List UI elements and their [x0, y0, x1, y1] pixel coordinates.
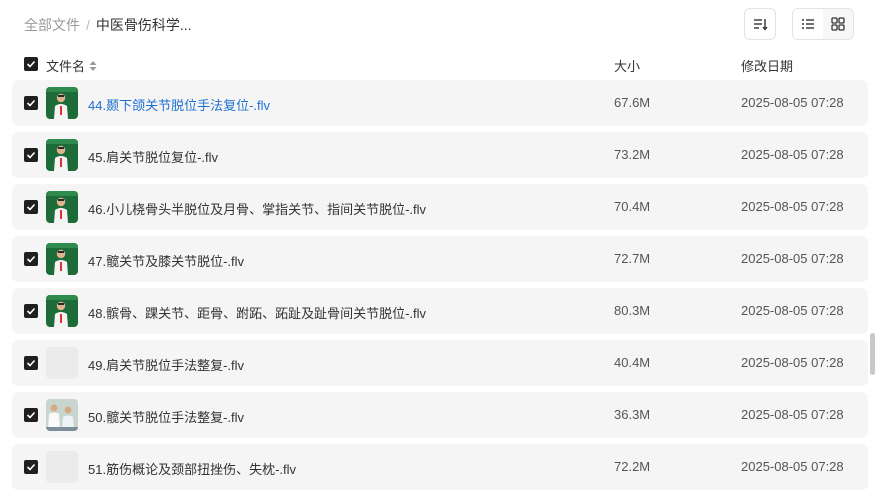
check-icon: [26, 255, 36, 263]
file-modified-date: 2025-08-05 07:28: [741, 199, 844, 214]
file-thumbnail[interactable]: [46, 399, 78, 431]
file-modified-date: 2025-08-05 07:28: [741, 251, 844, 266]
file-row[interactable]: 50.髋关节脱位手法整复-.flv 36.3M 2025-08-05 07:28: [12, 392, 868, 438]
file-checkbox[interactable]: [24, 304, 38, 318]
file-thumbnail[interactable]: [46, 295, 78, 327]
file-thumbnail[interactable]: [46, 87, 78, 119]
file-modified-date: 2025-08-05 07:28: [741, 95, 844, 110]
file-size: 40.4M: [614, 355, 651, 370]
toolbar: 全部文件 / 中医骨伤科学...: [0, 0, 878, 48]
check-icon: [26, 463, 36, 471]
file-name[interactable]: 46.小儿桡骨头半脱位及月骨、掌指关节、指间关节脱位-.flv: [88, 199, 426, 218]
file-name[interactable]: 49.肩关节脱位手法整复-.flv: [88, 355, 244, 374]
column-header-size[interactable]: 大小: [614, 56, 640, 75]
file-name[interactable]: 48.髌骨、踝关节、距骨、跗跖、跖趾及趾骨间关节脱位-.flv: [88, 303, 426, 322]
grid-view-icon: [831, 17, 845, 31]
file-checkbox[interactable]: [24, 356, 38, 370]
check-icon: [26, 99, 36, 107]
column-header-name-label: 文件名: [46, 59, 86, 74]
file-name[interactable]: 50.髋关节脱位手法整复-.flv: [88, 407, 244, 426]
file-thumbnail[interactable]: [46, 139, 78, 171]
grid-view-button[interactable]: [823, 9, 853, 39]
file-thumbnail[interactable]: [46, 451, 78, 483]
scrollbar-thumb[interactable]: [870, 333, 875, 375]
file-checkbox[interactable]: [24, 148, 38, 162]
file-modified-date: 2025-08-05 07:28: [741, 303, 844, 318]
file-name[interactable]: 47.髋关节及膝关节脱位-.flv: [88, 251, 244, 270]
file-checkbox[interactable]: [24, 96, 38, 110]
file-thumbnail[interactable]: [46, 347, 78, 379]
file-thumbnail[interactable]: [46, 191, 78, 223]
select-all-checkbox[interactable]: [24, 57, 38, 71]
list-view-button[interactable]: [793, 9, 823, 39]
view-mode-toggle: [792, 8, 854, 40]
file-size: 67.6M: [614, 95, 651, 110]
file-modified-date: 2025-08-05 07:28: [741, 459, 844, 474]
file-size: 72.7M: [614, 251, 651, 266]
check-icon: [26, 411, 36, 419]
file-modified-date: 2025-08-05 07:28: [741, 147, 844, 162]
file-checkbox[interactable]: [24, 460, 38, 474]
file-row[interactable]: 51.筋伤概论及颈部扭挫伤、失枕-.flv 72.2M 2025-08-05 07:…: [12, 444, 868, 490]
file-name[interactable]: 44.颞下颌关节脱位手法复位-.flv: [88, 95, 270, 114]
check-icon: [26, 307, 36, 315]
file-size: 72.2M: [614, 459, 651, 474]
file-modified-date: 2025-08-05 07:28: [741, 407, 844, 422]
file-size: 73.2M: [614, 147, 651, 162]
check-icon: [26, 60, 36, 68]
file-row[interactable]: 48.髌骨、踝关节、距骨、跗跖、跖趾及趾骨间关节脱位-.flv 80.3M 2025…: [12, 288, 868, 334]
file-size: 36.3M: [614, 407, 651, 422]
file-row[interactable]: 47.髋关节及膝关节脱位-.flv 72.7M 2025-08-05 07:28: [12, 236, 868, 282]
file-row[interactable]: 45.肩关节脱位复位-.flv 73.2M 2025-08-05 07:28: [12, 132, 868, 178]
file-row[interactable]: 49.肩关节脱位手法整复-.flv 40.4M 2025-08-05 07:28: [12, 340, 868, 386]
file-list: 44.颞下颌关节脱位手法复位-.flv 67.6M 2025-08-05 07:28…: [12, 80, 868, 495]
sort-order-icon: [754, 19, 768, 31]
check-icon: [26, 203, 36, 211]
file-thumbnail[interactable]: [46, 243, 78, 275]
file-checkbox[interactable]: [24, 252, 38, 266]
file-row[interactable]: 46.小儿桡骨头半脱位及月骨、掌指关节、指间关节脱位-.flv 70.4M 2025…: [12, 184, 868, 230]
file-name[interactable]: 51.筋伤概论及颈部扭挫伤、失枕-.flv: [88, 459, 296, 478]
file-checkbox[interactable]: [24, 200, 38, 214]
breadcrumb-separator: /: [86, 17, 90, 33]
table-header: 文件名 大小 修改日期: [0, 48, 878, 80]
file-checkbox[interactable]: [24, 408, 38, 422]
column-header-modified[interactable]: 修改日期: [741, 56, 793, 75]
file-size: 80.3M: [614, 303, 651, 318]
breadcrumb-current: 中医骨伤科学...: [95, 17, 192, 33]
file-modified-date: 2025-08-05 07:28: [741, 355, 844, 370]
check-icon: [26, 359, 36, 367]
file-row[interactable]: 44.颞下颌关节脱位手法复位-.flv 67.6M 2025-08-05 07:28: [12, 80, 868, 126]
breadcrumb: 全部文件 / 中医骨伤科学...: [24, 15, 192, 35]
check-icon: [26, 151, 36, 159]
file-size: 70.4M: [614, 199, 651, 214]
column-header-name[interactable]: 文件名: [46, 56, 98, 75]
list-view-icon: [802, 19, 814, 29]
file-name[interactable]: 45.肩关节脱位复位-.flv: [88, 147, 218, 166]
breadcrumb-root-link[interactable]: 全部文件: [24, 17, 80, 33]
sort-arrows-icon: [89, 60, 97, 71]
sort-button[interactable]: [744, 8, 776, 40]
